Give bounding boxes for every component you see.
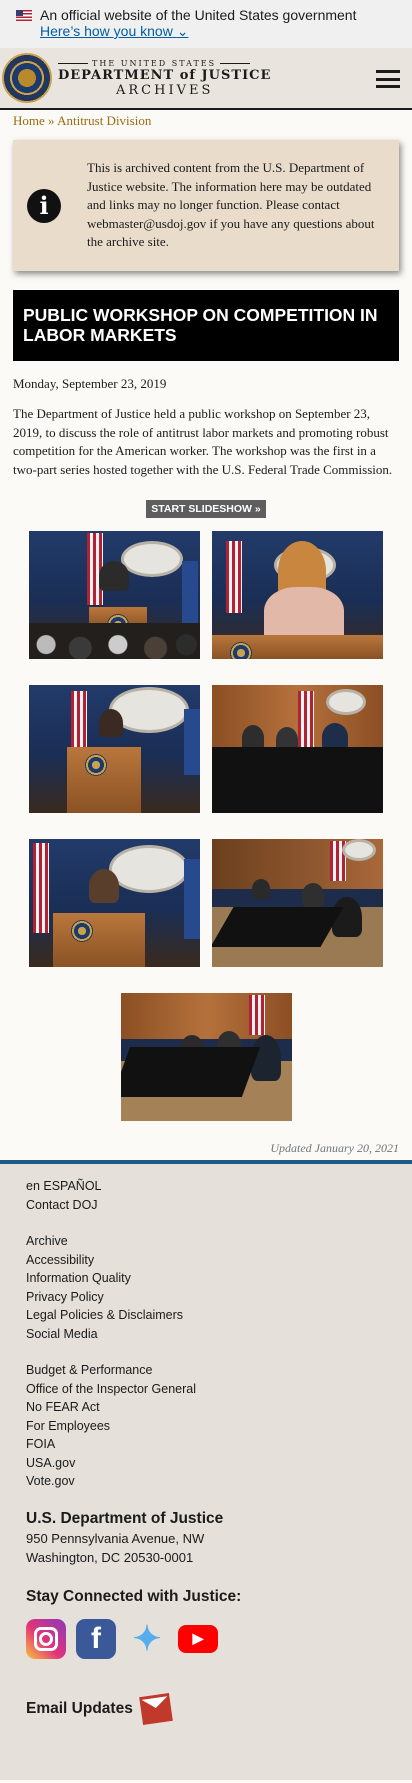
youtube-icon[interactable]: ▶	[178, 1624, 218, 1653]
archive-notice-text: This is archived content from the U.S. D…	[87, 160, 375, 250]
article-summary: The Department of Justice held a public …	[13, 406, 393, 477]
footer-group-1: en ESPAÑOL Contact DOJ	[26, 1177, 386, 1214]
logo-line-3: ARCHIVES	[116, 82, 214, 98]
footer-link-privacy-policy[interactable]: Privacy Policy	[26, 1288, 386, 1307]
envelope-icon	[139, 1692, 173, 1725]
footer-org-name: U.S. Department of Justice	[26, 1509, 224, 1527]
site-logo-text[interactable]: THE UNITED STATES DEPARTMENT of JUSTICE …	[58, 59, 271, 98]
updated-date: Updated January 20, 2021	[270, 1141, 399, 1155]
site-header: THE UNITED STATES DEPARTMENT of JUSTICE …	[0, 48, 412, 110]
instagram-icon[interactable]	[26, 1618, 66, 1659]
logo-line-2: DEPARTMENT of JUSTICE	[58, 67, 272, 83]
gallery-photo[interactable]	[212, 531, 383, 659]
gallery-photo[interactable]	[120, 993, 292, 1121]
logo-line-1: THE UNITED STATES	[58, 59, 271, 68]
footer-group-3: Budget & Performance Office of the Inspe…	[26, 1361, 386, 1491]
info-icon: i	[27, 188, 61, 223]
gallery-photo[interactable]	[29, 685, 200, 813]
gallery-photo[interactable]	[29, 839, 200, 967]
footer-link-legal-policies[interactable]: Legal Policies & Disclaimers	[26, 1306, 386, 1325]
breadcrumb: Home » Antitrust Division	[0, 110, 412, 140]
footer-link-espanol[interactable]: en ESPAÑOL	[26, 1177, 386, 1196]
twitter-icon[interactable]: ✦	[126, 1619, 168, 1659]
footer-link-no-fear-act[interactable]: No FEAR Act	[26, 1398, 386, 1417]
breadcrumb-separator: »	[48, 113, 55, 128]
heres-how-you-know-link[interactable]: Here’s how you know ⌄	[40, 23, 188, 40]
facebook-icon[interactable]: f	[76, 1618, 116, 1659]
gallery-photo[interactable]	[212, 685, 383, 813]
us-flag-icon	[16, 9, 32, 21]
gov-banner-text: An official website of the United States…	[40, 7, 357, 23]
start-slideshow-button[interactable]: START SLIDESHOW »	[146, 500, 266, 518]
footer-link-usa-gov[interactable]: USA.gov	[26, 1454, 386, 1473]
site-footer: en ESPAÑOL Contact DOJ Archive Accessibi…	[0, 1160, 412, 1780]
breadcrumb-home[interactable]: Home	[13, 113, 45, 128]
gallery-photo[interactable]	[212, 839, 383, 967]
footer-group-2: Archive Accessibility Information Qualit…	[26, 1232, 386, 1343]
photo-gallery	[0, 531, 412, 1121]
footer-address-line-2: Washington, DC 20530-0001	[26, 1549, 194, 1565]
stay-connected-heading: Stay Connected with Justice:	[26, 1587, 242, 1605]
doj-seal-logo[interactable]	[2, 53, 52, 103]
footer-link-accessibility[interactable]: Accessibility	[26, 1251, 386, 1270]
footer-link-inspector-general[interactable]: Office of the Inspector General	[26, 1380, 386, 1399]
footer-address-line-1: 950 Pennsylvania Avenue, NW	[26, 1530, 205, 1546]
email-updates-label: Email Updates	[26, 1699, 133, 1717]
footer-link-archive[interactable]: Archive	[26, 1232, 386, 1251]
footer-link-information-quality[interactable]: Information Quality	[26, 1269, 386, 1288]
article-date: Monday, September 23, 2019	[13, 376, 167, 391]
page-title: PUBLIC WORKSHOP ON COMPETITION IN LABOR …	[13, 290, 399, 361]
chevron-down-icon: ⌄	[176, 23, 189, 39]
menu-icon[interactable]	[376, 70, 400, 88]
email-updates-link[interactable]: Email Updates	[26, 1692, 386, 1725]
social-links: f ✦ ▶	[26, 1618, 386, 1659]
archive-notice: i This is archived content from the U.S.…	[13, 140, 399, 271]
breadcrumb-antitrust[interactable]: Antitrust Division	[57, 113, 151, 128]
footer-link-employees[interactable]: For Employees	[26, 1417, 386, 1436]
footer-link-budget[interactable]: Budget & Performance	[26, 1361, 386, 1380]
footer-link-social-media[interactable]: Social Media	[26, 1325, 386, 1344]
footer-link-vote-gov[interactable]: Vote.gov	[26, 1472, 386, 1491]
footer-link-foia[interactable]: FOIA	[26, 1435, 386, 1454]
gallery-photo[interactable]	[29, 531, 200, 659]
gov-banner: An official website of the United States…	[0, 0, 412, 48]
footer-link-contact[interactable]: Contact DOJ	[26, 1196, 386, 1215]
